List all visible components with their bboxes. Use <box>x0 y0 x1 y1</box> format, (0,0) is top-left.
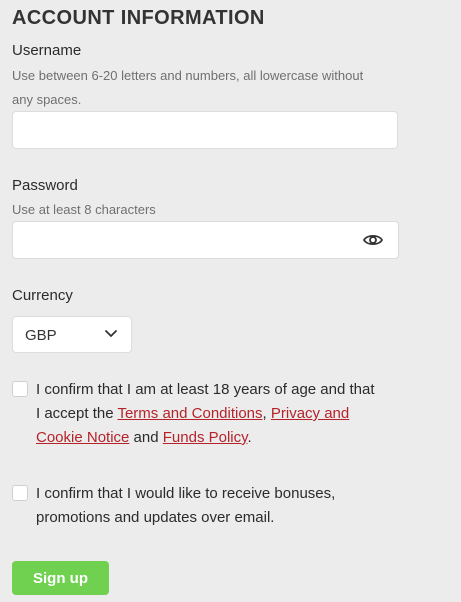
currency-selected-value: GBP <box>25 327 57 344</box>
age-consent-line-2-prefix: I accept the <box>36 405 118 422</box>
privacy-link[interactable]: Privacy and <box>271 405 349 422</box>
password-hint: Use at least 8 characters <box>12 202 156 217</box>
marketing-consent-text: I confirm that I would like to receive b… <box>36 482 408 530</box>
currency-select[interactable]: GBP <box>12 316 132 353</box>
age-consent-text: I confirm that I am at least 18 years of… <box>36 378 408 450</box>
section-title: ACCOUNT INFORMATION <box>12 7 265 29</box>
age-consent-line-1: I confirm that I am at least 18 years of… <box>36 381 375 398</box>
funds-policy-link[interactable]: Funds Policy <box>163 429 248 446</box>
password-label: Password <box>12 177 78 194</box>
currency-label: Currency <box>12 287 73 304</box>
account-information-form: ACCOUNT INFORMATION Username Use between… <box>0 0 461 602</box>
and-text: and <box>129 429 163 446</box>
cookie-notice-link[interactable]: Cookie Notice <box>36 429 129 446</box>
age-consent-checkbox[interactable] <box>12 381 28 397</box>
chevron-down-icon <box>105 330 117 337</box>
marketing-consent-line-1: I confirm that I would like to receive b… <box>36 485 336 502</box>
sign-up-button[interactable]: Sign up <box>12 561 109 595</box>
period-text: . <box>247 429 252 446</box>
comma-text: , <box>262 405 271 422</box>
username-hint-line-1: Use between 6-20 letters and numbers, al… <box>12 68 364 83</box>
username-input[interactable] <box>12 111 398 149</box>
marketing-consent-checkbox[interactable] <box>12 485 28 501</box>
eye-icon[interactable] <box>363 231 383 249</box>
marketing-consent-line-2: promotions and updates over email. <box>36 509 275 526</box>
terms-link[interactable]: Terms and Conditions <box>117 405 262 422</box>
username-hint-line-2: any spaces. <box>12 92 82 107</box>
username-label: Username <box>12 42 82 59</box>
password-input[interactable] <box>12 221 399 259</box>
